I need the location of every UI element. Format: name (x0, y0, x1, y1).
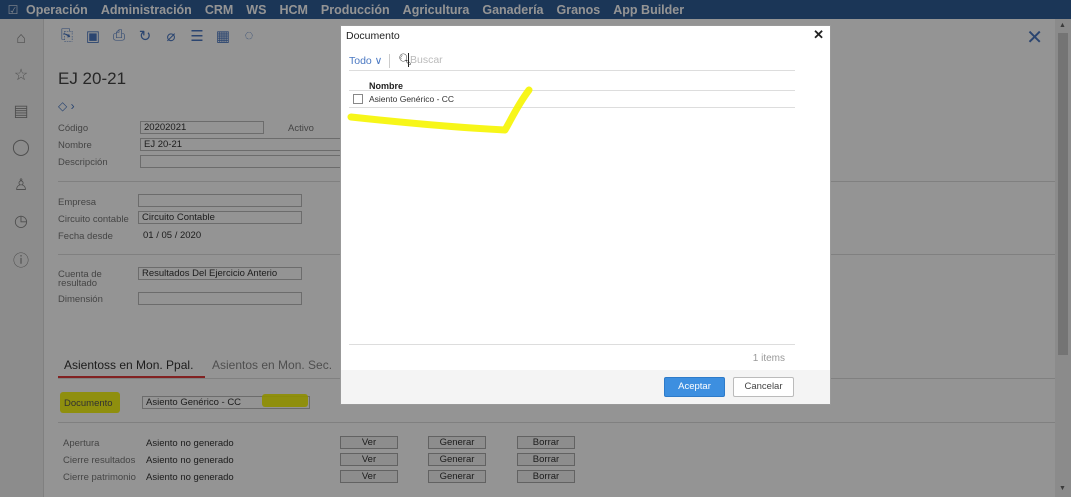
filter-dropdown[interactable]: Todo ∨ (349, 55, 382, 67)
items-count: 1 items (752, 353, 785, 364)
search-input[interactable] (408, 53, 608, 67)
dialog-title: Documento (346, 30, 400, 42)
divider (349, 344, 795, 345)
divider (349, 70, 795, 71)
close-icon[interactable]: ✕ (813, 27, 824, 43)
documento-dialog: Documento ✕ Todo ∨ 🔍︎ Nombre Asiento Gen… (340, 25, 831, 405)
highlight-scribble (347, 86, 533, 134)
divider (389, 54, 390, 68)
accept-button[interactable]: Aceptar (664, 377, 725, 397)
cancel-button[interactable]: Cancelar (733, 377, 794, 397)
